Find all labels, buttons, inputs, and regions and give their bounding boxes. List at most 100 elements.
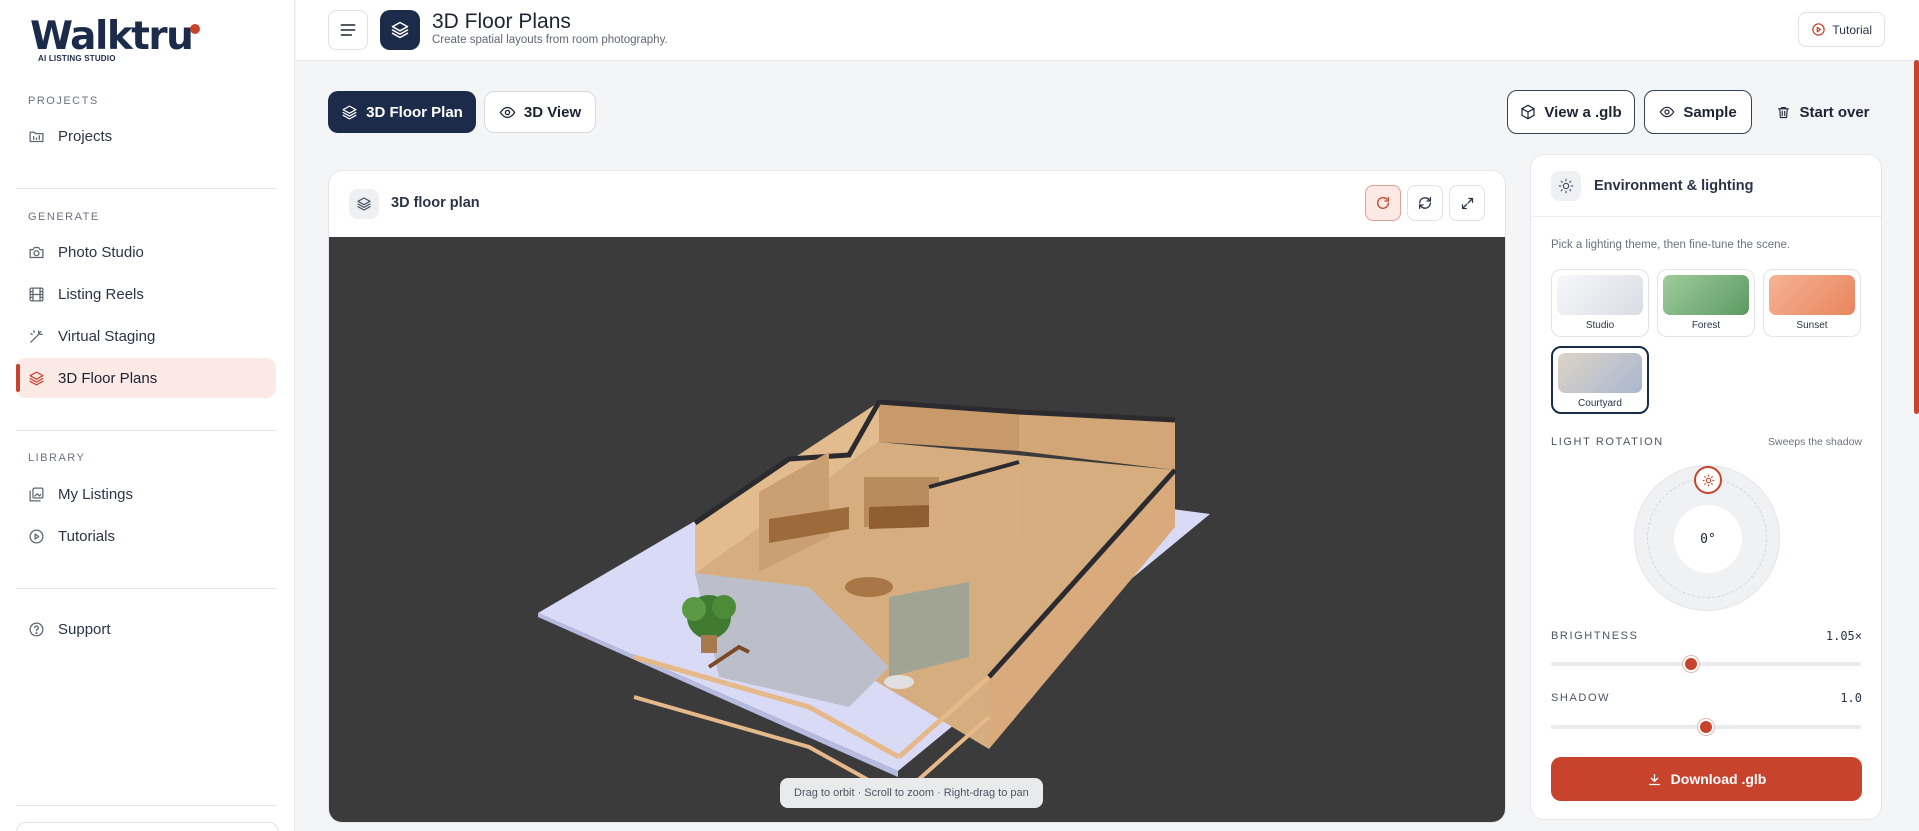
page-title: 3D Floor Plans xyxy=(432,10,571,33)
layers-icon xyxy=(27,369,45,387)
sidebar-divider xyxy=(16,588,276,589)
sidebar-item-photo-studio[interactable]: Photo Studio xyxy=(16,232,276,272)
theme-studio[interactable]: Studio xyxy=(1551,269,1649,337)
app-badge xyxy=(380,10,420,50)
tab-label: 3D View xyxy=(523,103,582,121)
refresh-icon xyxy=(1419,197,1431,209)
help-icon xyxy=(27,620,45,638)
theme-forest[interactable]: Forest xyxy=(1657,269,1755,337)
theme-courtyard[interactable]: Courtyard xyxy=(1551,346,1649,414)
start-over-label: Start over xyxy=(1799,103,1870,121)
sidebar-item-label: Tutorials xyxy=(58,527,115,545)
panel-header: Environment & lighting xyxy=(1531,155,1881,217)
tutorial-button[interactable]: Tutorial xyxy=(1798,12,1885,47)
brightness-value: 1.05× xyxy=(1825,629,1862,643)
folder-icon xyxy=(27,127,45,145)
wand-icon xyxy=(27,327,45,345)
sidebar-item-label: Support xyxy=(58,620,111,638)
play-circle-icon xyxy=(27,527,45,545)
download-label: Download .glb xyxy=(1670,771,1767,787)
sidebar-item-label: Photo Studio xyxy=(58,243,144,261)
light-rotation-label: LIGHT ROTATION xyxy=(1551,436,1664,448)
camera-icon xyxy=(27,243,45,261)
rotate-icon xyxy=(1377,196,1389,209)
shadow-value: 1.0 xyxy=(1840,691,1862,705)
eye-icon xyxy=(499,106,516,118)
section-label-library: LIBRARY xyxy=(28,452,86,464)
theme-label: Forest xyxy=(1691,320,1721,331)
sidebar-item-listing-reels[interactable]: Listing Reels xyxy=(16,274,276,314)
download-icon xyxy=(1648,773,1660,785)
top-header: 3D Floor Plans Create spatial layouts fr… xyxy=(296,0,1919,61)
fullscreen-button[interactable] xyxy=(1449,185,1485,221)
floor-plan-viewer: 3D floor plan Drag to orbit · Scroll to … xyxy=(328,170,1506,823)
sun-icon xyxy=(1702,474,1714,486)
theme-label: Courtyard xyxy=(1578,398,1622,409)
3d-canvas[interactable]: Drag to orbit · Scroll to zoom · Right-d… xyxy=(329,237,1505,822)
sidebar-item-label: 3D Floor Plans xyxy=(58,369,158,387)
sidebar-item-label: Projects xyxy=(58,127,113,145)
layers-icon xyxy=(391,21,409,39)
sidebar-divider xyxy=(16,430,276,431)
theme-label: Sunset xyxy=(1796,320,1828,331)
layers-icon xyxy=(342,104,357,120)
theme-chip xyxy=(1558,353,1642,393)
layers-icon xyxy=(349,189,379,219)
sidebar-item-support[interactable]: Support xyxy=(16,609,276,649)
expand-icon xyxy=(1461,197,1473,209)
tab-label: 3D Floor Plan xyxy=(366,103,463,121)
section-label-generate: GENERATE xyxy=(28,211,100,223)
menu-button[interactable] xyxy=(328,10,368,50)
tab-3d-view[interactable]: 3D View xyxy=(484,91,596,133)
page-subtitle: Create spatial layouts from room photogr… xyxy=(432,34,668,46)
panel-title: Environment & lighting xyxy=(1594,178,1754,194)
sidebar-item-label: Listing Reels xyxy=(58,285,144,303)
sidebar-divider xyxy=(16,805,276,806)
auto-rotate-button[interactable] xyxy=(1407,185,1443,221)
panel-description: Pick a lighting theme, then fine-tune th… xyxy=(1551,239,1791,251)
tutorial-label: Tutorial xyxy=(1832,22,1872,37)
sidebar-item-my-listings[interactable]: My Listings xyxy=(16,474,276,514)
light-rotation-hint: Sweeps the shadow xyxy=(1768,436,1862,448)
shadow-slider[interactable] xyxy=(1551,719,1861,735)
sidebar-item-label: My Listings xyxy=(58,485,134,503)
sample-label: Sample xyxy=(1683,103,1737,121)
sample-button[interactable]: Sample xyxy=(1644,90,1752,134)
sidebar-item-label: Virtual Staging xyxy=(58,327,156,345)
start-over-button[interactable]: Start over xyxy=(1768,90,1878,134)
tab-3d-floor-plan[interactable]: 3D Floor Plan xyxy=(328,91,476,133)
page-scrollbar[interactable] xyxy=(1914,60,1919,414)
brightness-slider[interactable] xyxy=(1551,656,1861,672)
shadow-label: SHADOW xyxy=(1551,692,1611,704)
light-rotation-dial[interactable]: 0° xyxy=(1634,465,1780,611)
brightness-thumb[interactable] xyxy=(1682,656,1699,672)
viewer-title: 3D floor plan xyxy=(391,195,480,211)
sidebar-item-virtual-staging[interactable]: Virtual Staging xyxy=(16,316,276,356)
theme-label: Studio xyxy=(1585,320,1615,331)
theme-sunset[interactable]: Sunset xyxy=(1763,269,1861,337)
gallery-icon xyxy=(27,485,45,503)
floor-plan-model xyxy=(538,399,1210,799)
theme-chip xyxy=(1557,275,1643,315)
theme-chip xyxy=(1769,275,1855,315)
shadow-thumb[interactable] xyxy=(1698,719,1714,735)
hamburger-icon xyxy=(340,24,356,36)
viewer-hint: Drag to orbit · Scroll to zoom · Right-d… xyxy=(780,778,1043,808)
dial-knob[interactable] xyxy=(1694,466,1722,494)
account-card[interactable] xyxy=(16,822,279,831)
brand-logo[interactable]: Walktru AI LISTING STUDIO xyxy=(30,14,200,63)
view-glb-button[interactable]: View a .glb xyxy=(1507,90,1635,134)
sidebar-item-tutorials[interactable]: Tutorials xyxy=(16,516,276,556)
brand-name: Walktru xyxy=(30,14,194,59)
sidebar-item-projects[interactable]: Projects xyxy=(16,116,276,156)
brightness-label: BRIGHTNESS xyxy=(1551,630,1639,642)
cube-icon xyxy=(1521,104,1535,120)
viewer-header: 3D floor plan xyxy=(329,171,1505,236)
brand-tagline: AI LISTING STUDIO xyxy=(38,54,116,63)
environment-panel: Environment & lighting Pick a lighting t… xyxy=(1530,154,1882,820)
reset-view-button[interactable] xyxy=(1365,185,1401,221)
download-glb-button[interactable]: Download .glb xyxy=(1551,757,1862,801)
light-rotation-value: 0° xyxy=(1674,505,1742,573)
sidebar-item-3d-floor-plans[interactable]: 3D Floor Plans xyxy=(16,358,276,398)
play-circle-icon xyxy=(1812,23,1826,36)
